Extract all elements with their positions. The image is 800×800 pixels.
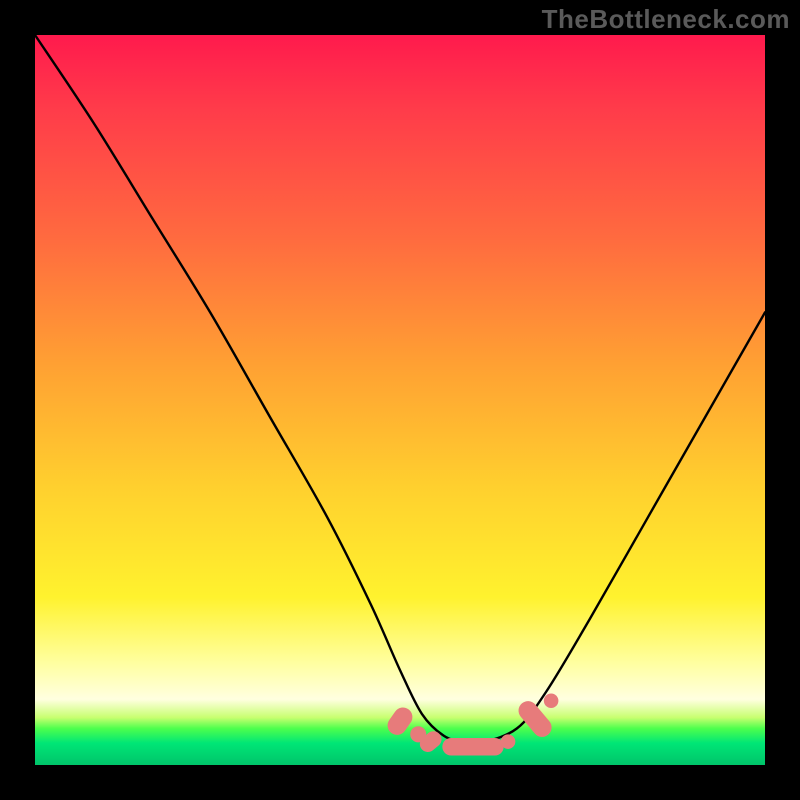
bottleneck-curve (35, 35, 765, 745)
curve-marker (442, 738, 503, 756)
curve-markers (384, 693, 559, 755)
plot-area (35, 35, 765, 765)
curve-marker (544, 693, 559, 708)
chart-frame: TheBottleneck.com (0, 0, 800, 800)
watermark-text: TheBottleneck.com (542, 4, 790, 35)
curve-marker (501, 734, 516, 749)
bottleneck-curve-svg (35, 35, 765, 765)
